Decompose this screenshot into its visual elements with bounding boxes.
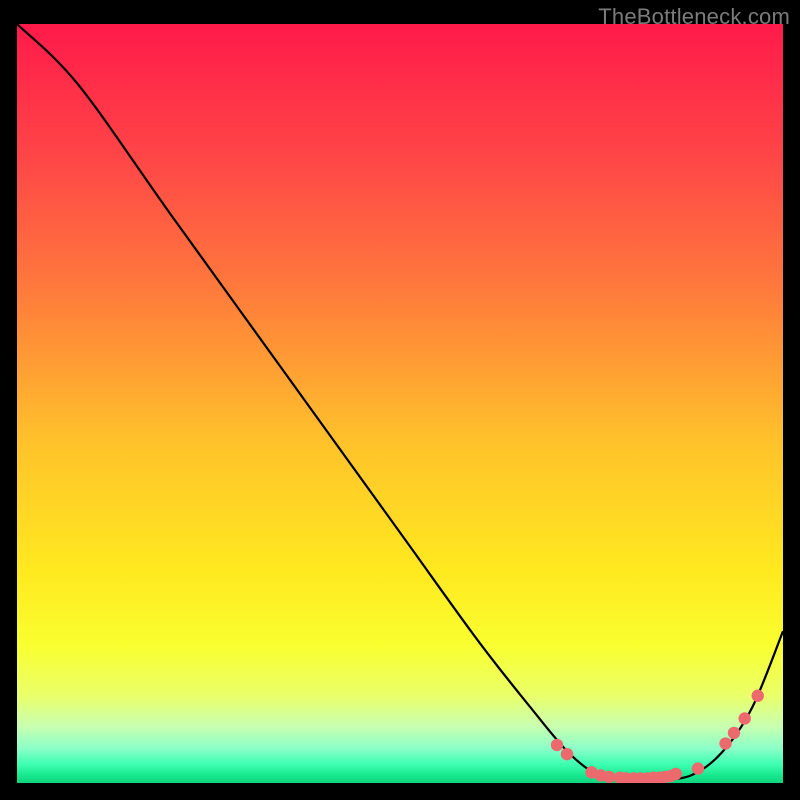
data-point [692,762,704,774]
data-point [752,690,764,702]
data-point [728,727,740,739]
scatter-dots [17,24,783,783]
data-point [719,737,731,749]
watermark-text: TheBottleneck.com [598,4,790,30]
data-point [670,768,682,780]
plot-area [17,24,783,783]
data-point [603,771,615,783]
chart-frame: TheBottleneck.com [0,0,800,800]
data-point [561,748,573,760]
data-point [551,739,563,751]
data-point [739,712,751,724]
